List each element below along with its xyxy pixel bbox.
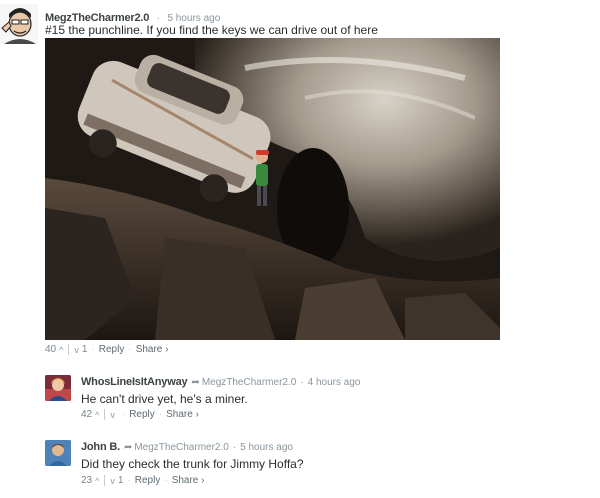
upvote-count: 42	[81, 409, 93, 420]
reply-arrow-icon: ➦	[191, 376, 200, 388]
divider	[68, 344, 70, 355]
person-avatar-icon	[45, 440, 71, 466]
share-button[interactable]: Share ›	[172, 475, 205, 486]
divider	[104, 409, 106, 420]
reply-button[interactable]: Reply	[129, 409, 155, 420]
person-avatar-icon	[45, 375, 71, 401]
upvote-count: 40	[45, 344, 57, 355]
comment-actions: 23 ^ v 1 · Reply · Share ›	[81, 475, 204, 486]
upvote-count: 23	[81, 475, 93, 486]
author-name[interactable]: John B.	[81, 441, 120, 453]
chevron-up-icon: ^	[95, 409, 100, 420]
separator-dot: ·	[128, 344, 132, 355]
separator-dot: ·	[232, 441, 237, 453]
comment-header: John B. ➦ MegzTheCharmer2.0 · 5 hours ag…	[81, 441, 293, 453]
upvote-button[interactable]: 23 ^	[81, 475, 99, 486]
separator-dot: ·	[91, 344, 95, 355]
chevron-up-icon: ^	[59, 344, 64, 355]
comment-text: He can't drive yet, he's a miner.	[81, 392, 248, 406]
reply-button[interactable]: Reply	[99, 344, 125, 355]
comment-header: WhosLineIsItAnyway ➦ MegzTheCharmer2.0 ·…	[81, 376, 360, 388]
reply-arrow-icon: ➦	[123, 441, 133, 453]
comment-actions: 42 ^ v · Reply · Share ›	[81, 409, 199, 420]
downvote-count: 1	[117, 475, 124, 486]
comment-text: Did they check the trunk for Jimmy Hoffa…	[81, 457, 304, 471]
timestamp[interactable]: 5 hours ago	[240, 442, 293, 453]
chevron-down-icon: v	[110, 475, 115, 486]
share-button[interactable]: Share ›	[136, 344, 169, 355]
downvote-button[interactable]: v 1	[74, 344, 87, 355]
reply-button[interactable]: Reply	[135, 475, 161, 486]
separator-dot: ·	[164, 475, 168, 486]
author-name[interactable]: WhosLineIsItAnyway	[81, 376, 188, 388]
downvote-button[interactable]: v 1	[110, 475, 123, 486]
cartoon-avatar-icon	[0, 4, 38, 44]
upvote-button[interactable]: 40 ^	[45, 344, 63, 355]
comment-actions: 40 ^ v 1 · Reply · Share ›	[45, 344, 168, 355]
upvote-button[interactable]: 42 ^	[81, 409, 99, 420]
share-button[interactable]: Share ›	[166, 409, 199, 420]
downvote-button[interactable]: v	[110, 410, 118, 420]
timestamp[interactable]: 4 hours ago	[308, 377, 361, 388]
separator-dot: ·	[127, 475, 131, 486]
separator-dot: ·	[300, 376, 304, 388]
parent-author-link[interactable]: MegzTheCharmer2.0	[202, 377, 296, 388]
comment-text: #15 the punchline. If you find the keys …	[45, 23, 378, 37]
divider	[104, 475, 106, 486]
downvote-count: 1	[81, 344, 88, 355]
chevron-up-icon: ^	[95, 475, 100, 486]
avatar[interactable]	[0, 4, 38, 44]
separator-dot: ·	[121, 409, 126, 420]
chevron-down-icon: v	[110, 409, 115, 420]
comment-image[interactable]	[45, 38, 500, 340]
chevron-down-icon: v	[74, 344, 79, 355]
avatar[interactable]	[45, 375, 71, 401]
parent-author-link[interactable]: MegzTheCharmer2.0	[134, 442, 228, 453]
separator-dot: ·	[158, 409, 163, 420]
avatar[interactable]	[45, 440, 71, 466]
cave-photo	[45, 38, 500, 340]
